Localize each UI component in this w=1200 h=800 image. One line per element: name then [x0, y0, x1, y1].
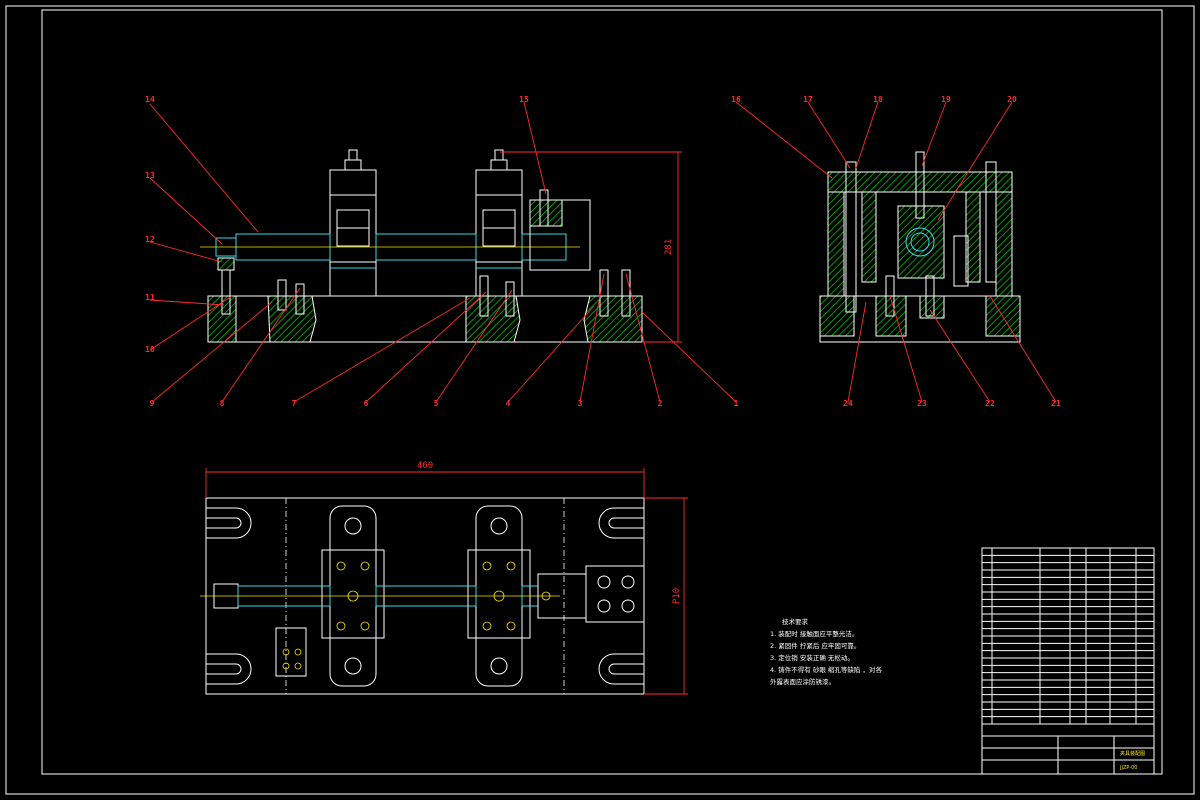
- callout-6: 6: [364, 399, 369, 408]
- callout-4: 4: [506, 399, 511, 408]
- callout-11: 11: [145, 293, 155, 302]
- callout-2: 2: [658, 399, 663, 408]
- callout-22: 22: [985, 399, 995, 408]
- callout-8: 8: [220, 399, 225, 408]
- base-section-left: [267, 295, 317, 343]
- tech-note-line: 1. 装配时 接触面应平整光洁。: [770, 629, 858, 638]
- dimension-depth: P10: [644, 497, 688, 695]
- callout-10: 10: [145, 345, 155, 354]
- right-bracket: [529, 189, 591, 271]
- callout-12: 12: [145, 235, 155, 244]
- callout-21: 21: [1051, 399, 1061, 408]
- callout-9: 9: [150, 399, 155, 408]
- callout-19: 19: [941, 95, 951, 104]
- dimension-height-label: 281: [664, 239, 674, 255]
- side-view: [735, 101, 1057, 403]
- cad-drawing: 281 14 13 12 11 10 9 8 7 6 5 4 3 2 1 15 …: [5, 5, 1195, 795]
- top-view: 460 P10: [200, 461, 688, 695]
- drawing-number: JJZP-00: [1119, 765, 1137, 771]
- callout-15: 15: [519, 95, 529, 104]
- tech-note-line: 4. 铸件不得有 砂眼 缩孔等缺陷 ，对各: [770, 665, 882, 674]
- workpiece-shaft: [200, 233, 580, 261]
- tech-note-line: 3. 定位销 安装正确 无松动。: [770, 653, 854, 662]
- tech-note-line: 外露表面应涂防锈漆。: [770, 677, 835, 686]
- callout-23: 23: [917, 399, 927, 408]
- technical-requirements: 技术要求 1. 装配时 接触面应平整光洁。 2. 紧固件 拧紧后 应牢固可靠。 …: [770, 617, 882, 686]
- callout-7: 7: [292, 399, 297, 408]
- callout-16: 16: [731, 95, 741, 104]
- callout-1: 1: [734, 399, 739, 408]
- dimension-width-label: 460: [417, 461, 433, 471]
- title-block: 夹具装配图 JJZP-00: [981, 723, 1155, 775]
- parts-list: [981, 547, 1155, 725]
- drawing-border: [5, 5, 1195, 795]
- callout-24: 24: [843, 399, 853, 408]
- callout-5: 5: [434, 399, 439, 408]
- dimension-width: 460: [205, 461, 645, 498]
- front-view: 281: [149, 101, 737, 403]
- left-clamp-block: [329, 149, 377, 297]
- callout-18: 18: [873, 95, 883, 104]
- callout-20: 20: [1007, 95, 1017, 104]
- callout-14: 14: [145, 95, 155, 104]
- drawing-name: 夹具装配图: [1120, 750, 1145, 757]
- tech-notes-title: 技术要求: [782, 617, 809, 626]
- dimension-depth-label: P10: [672, 588, 682, 604]
- right-clamp-block: [475, 149, 523, 297]
- callout-17: 17: [803, 95, 813, 104]
- callout-13: 13: [145, 171, 155, 180]
- tech-note-line: 2. 紧固件 拧紧后 应牢固可靠。: [770, 641, 860, 650]
- callout-3: 3: [578, 399, 583, 408]
- front-leaders: [149, 101, 737, 403]
